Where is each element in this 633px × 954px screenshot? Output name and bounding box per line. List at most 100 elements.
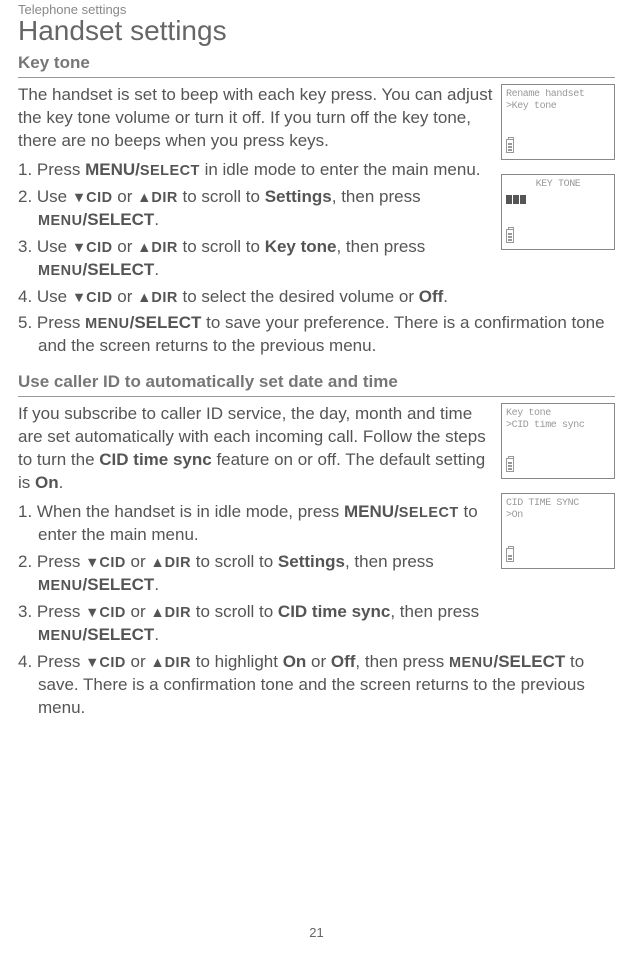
battery-icon bbox=[506, 139, 514, 153]
t: or bbox=[113, 287, 138, 306]
t: . bbox=[59, 473, 64, 492]
key-dir: DIR bbox=[151, 240, 177, 256]
t: in idle mode to enter the main menu. bbox=[200, 160, 481, 179]
down-arrow-icon: ▼ bbox=[85, 655, 99, 671]
feature-name: CID time sync bbox=[99, 450, 211, 469]
lcd-line: >Key tone bbox=[506, 101, 610, 113]
key-menu: MENU bbox=[38, 213, 83, 229]
t: 1. When the handset is in idle mode, pre… bbox=[18, 502, 344, 521]
page-number: 21 bbox=[0, 925, 633, 940]
t: . bbox=[154, 575, 159, 594]
t: 2. Use bbox=[18, 187, 72, 206]
step-2: 2. Use ▼CID or ▲DIR to scroll to Setting… bbox=[18, 186, 508, 232]
up-arrow-icon: ▲ bbox=[150, 555, 164, 571]
step-2: 2. Press ▼CID or ▲DIR to scroll to Setti… bbox=[18, 551, 498, 597]
key-cid: CID bbox=[99, 655, 125, 671]
lcd-rename-keytone: Rename handset >Key tone bbox=[501, 84, 615, 160]
section-key-tone-title: Key tone bbox=[18, 53, 615, 78]
step-3: 3. Use ▼CID or ▲DIR to scroll to Key ton… bbox=[18, 236, 508, 282]
lcd-line: Key tone bbox=[506, 408, 610, 420]
intro-paragraph: The handset is set to beep with each key… bbox=[18, 84, 508, 153]
up-arrow-icon: ▲ bbox=[150, 605, 164, 621]
down-arrow-icon: ▼ bbox=[85, 555, 99, 571]
key-menu: MENU bbox=[85, 316, 130, 332]
step-3: 3. Press ▼CID or ▲DIR to scroll to CID t… bbox=[18, 601, 498, 647]
lcd-group-2: Key tone >CID time sync CID TIME SYNC >O… bbox=[501, 403, 615, 583]
section-cid-title: Use caller ID to automatically set date … bbox=[18, 372, 615, 397]
menu-target: CID time sync bbox=[278, 602, 390, 621]
lcd-line: Rename handset bbox=[506, 89, 610, 101]
t: . bbox=[154, 210, 159, 229]
t: to highlight bbox=[191, 652, 283, 671]
lcd-cid-menu: Key tone >CID time sync bbox=[501, 403, 615, 479]
t: , then press bbox=[345, 552, 434, 571]
down-arrow-icon: ▼ bbox=[72, 240, 86, 256]
t: or bbox=[126, 602, 151, 621]
t: 5. Press bbox=[18, 313, 85, 332]
key-menu: MENU/SELECT bbox=[85, 160, 200, 179]
key-menu: MENU/SELECT bbox=[344, 502, 459, 521]
key-cid: CID bbox=[99, 605, 125, 621]
lcd-line: >CID time sync bbox=[506, 420, 610, 432]
t: 2. Press bbox=[18, 552, 85, 571]
key-select: /SELECT bbox=[493, 652, 565, 671]
t: to scroll to bbox=[191, 602, 278, 621]
key-dir: DIR bbox=[165, 605, 191, 621]
t: . bbox=[443, 287, 448, 306]
on-label: On bbox=[283, 652, 307, 671]
volume-bars-icon bbox=[506, 193, 527, 205]
lcd-line: KEY TONE bbox=[506, 179, 610, 191]
up-arrow-icon: ▲ bbox=[137, 290, 151, 306]
off-label: Off bbox=[331, 652, 356, 671]
key-select: /SELECT bbox=[83, 575, 155, 594]
t: to select the desired volume or bbox=[178, 287, 419, 306]
menu-target: Settings bbox=[265, 187, 332, 206]
t: to scroll to bbox=[178, 237, 265, 256]
menu-target: Settings bbox=[278, 552, 345, 571]
t: , then press bbox=[332, 187, 421, 206]
t: , then press bbox=[390, 602, 479, 621]
t: or bbox=[113, 237, 138, 256]
on-label: On bbox=[35, 473, 59, 492]
menu-target: Key tone bbox=[265, 237, 337, 256]
key-select: /SELECT bbox=[83, 625, 155, 644]
battery-icon bbox=[506, 229, 514, 243]
down-arrow-icon: ▼ bbox=[85, 605, 99, 621]
key-cid: CID bbox=[86, 240, 112, 256]
key-dir: DIR bbox=[151, 190, 177, 206]
key-dir: DIR bbox=[165, 655, 191, 671]
page-title: Handset settings bbox=[18, 15, 615, 47]
key-menu: MENU bbox=[38, 263, 83, 279]
t: 1. Press bbox=[18, 160, 85, 179]
battery-icon bbox=[506, 458, 514, 472]
t: . bbox=[154, 260, 159, 279]
off-label: Off bbox=[419, 287, 444, 306]
step-4: 4. Use ▼CID or ▲DIR to select the desire… bbox=[18, 286, 615, 309]
key-cid: CID bbox=[86, 290, 112, 306]
t: or bbox=[126, 552, 151, 571]
t: . bbox=[154, 625, 159, 644]
down-arrow-icon: ▼ bbox=[72, 190, 86, 206]
section1-intro: The handset is set to beep with each key… bbox=[18, 84, 508, 153]
step-1: 1. Press MENU/SELECT in idle mode to ent… bbox=[18, 159, 508, 182]
battery-icon bbox=[506, 548, 514, 562]
key-menu: MENU bbox=[38, 628, 83, 644]
step-4: 4. Press ▼CID or ▲DIR to highlight On or… bbox=[18, 651, 615, 720]
key-select: /SELECT bbox=[83, 210, 155, 229]
t: 3. Press bbox=[18, 602, 85, 621]
t: or bbox=[306, 652, 331, 671]
t: 4. Press bbox=[18, 652, 85, 671]
down-arrow-icon: ▼ bbox=[72, 290, 86, 306]
key-cid: CID bbox=[86, 190, 112, 206]
t: 4. Use bbox=[18, 287, 72, 306]
step-5: 5. Press MENU/SELECT to save your prefer… bbox=[18, 312, 615, 358]
intro-paragraph: If you subscribe to caller ID service, t… bbox=[18, 403, 498, 495]
key-menu: MENU bbox=[449, 655, 494, 671]
key-select: /SELECT bbox=[83, 260, 155, 279]
lcd-line: CID TIME SYNC bbox=[506, 498, 610, 510]
key-dir: DIR bbox=[165, 555, 191, 571]
up-arrow-icon: ▲ bbox=[137, 240, 151, 256]
t: 3. Use bbox=[18, 237, 72, 256]
key-select: /SELECT bbox=[130, 313, 202, 332]
t: to scroll to bbox=[178, 187, 265, 206]
